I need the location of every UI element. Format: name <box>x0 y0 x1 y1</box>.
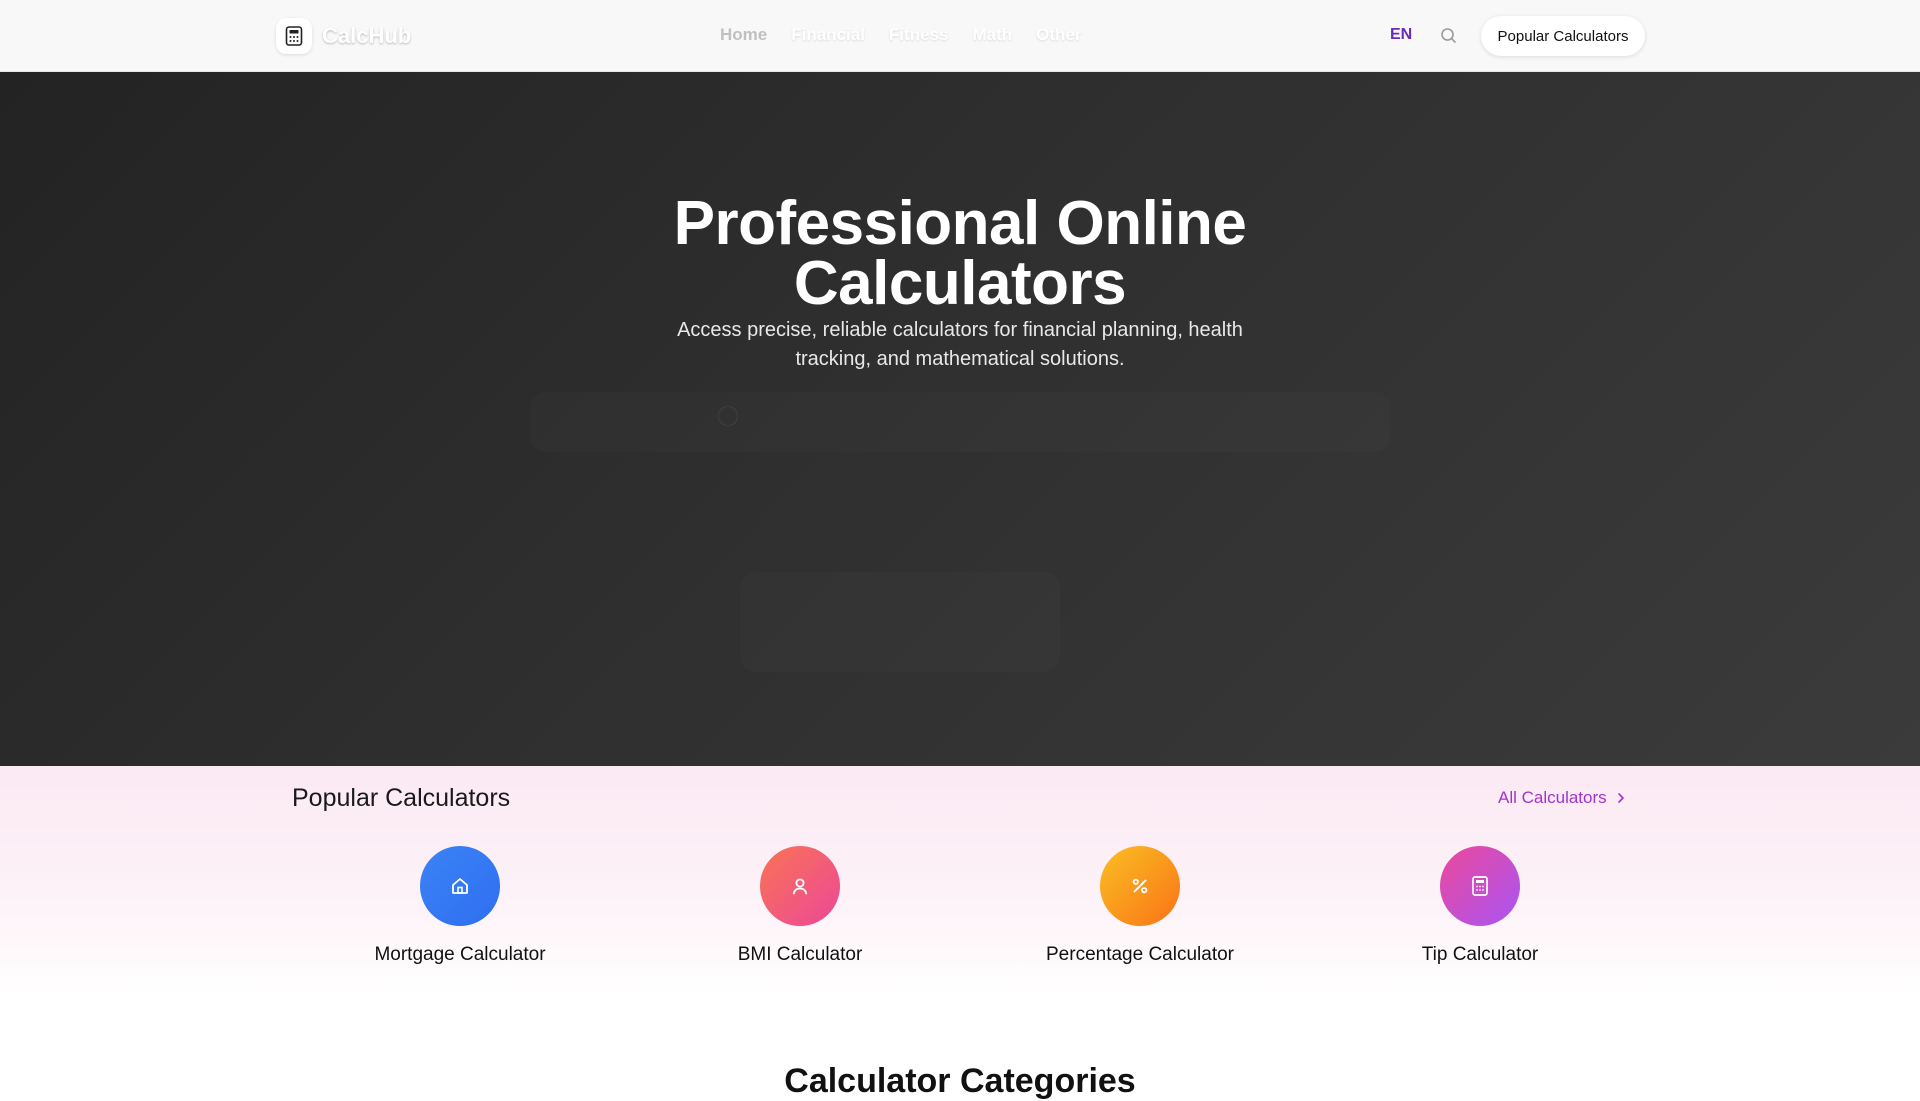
nav-other[interactable]: Other <box>1036 25 1081 45</box>
calculator-icon <box>1440 846 1520 926</box>
hero-search-placeholder <box>530 392 1390 452</box>
card-label: Mortgage Calculator <box>374 944 546 965</box>
site-header: CalcHub Home Financial Fitness Math Othe… <box>0 0 1920 72</box>
card-bmi-calculator[interactable]: BMI Calculator <box>630 846 970 966</box>
popular-calculator-list: Mortgage Calculator BMI Calculator Perce… <box>290 846 1650 966</box>
card-tip-calculator[interactable]: Tip Calculator <box>1310 846 1650 966</box>
search-icon[interactable] <box>1440 27 1457 49</box>
card-label: Percentage Calculator <box>1046 944 1234 965</box>
section-title: Popular Calculators <box>292 784 511 812</box>
nav-financial[interactable]: Financial <box>791 25 865 45</box>
all-calculators-label: All Calculators <box>1498 788 1607 807</box>
popular-calculators-button[interactable]: Popular Calculators <box>1481 16 1645 56</box>
calculator-logo-icon <box>276 18 312 54</box>
brand[interactable]: CalcHub <box>276 18 411 54</box>
nav-fitness[interactable]: Fitness <box>889 25 949 45</box>
language-switcher[interactable]: EN <box>1390 26 1412 44</box>
home-icon <box>420 846 500 926</box>
nav-home[interactable]: Home <box>720 25 767 45</box>
categories-title: Calculator Categories <box>784 1062 1136 1100</box>
chevron-right-icon <box>1617 792 1625 804</box>
card-label: Tip Calculator <box>1421 944 1539 965</box>
hero-card-placeholder <box>740 572 1060 672</box>
main-nav: Home Financial Fitness Math Other <box>720 25 1105 45</box>
hero-section: Professional Online Calculators Access p… <box>0 72 1920 766</box>
hero-subtitle: Access precise, reliable calculators for… <box>677 319 1243 370</box>
card-mortgage-calculator[interactable]: Mortgage Calculator <box>290 846 630 966</box>
percent-icon <box>1100 846 1180 926</box>
card-percentage-calculator[interactable]: Percentage Calculator <box>970 846 1310 966</box>
hero-title: Professional Online Calculators <box>673 188 1247 318</box>
user-icon <box>760 846 840 926</box>
popular-calculators-section: Popular Calculators All Calculators Mort… <box>0 766 1920 996</box>
brand-name: CalcHub <box>322 23 412 48</box>
all-calculators-link[interactable]: All Calculators <box>1498 788 1625 808</box>
ghost-search-icon <box>718 406 738 426</box>
card-label: BMI Calculator <box>737 944 863 965</box>
nav-math[interactable]: Math <box>972 25 1012 45</box>
